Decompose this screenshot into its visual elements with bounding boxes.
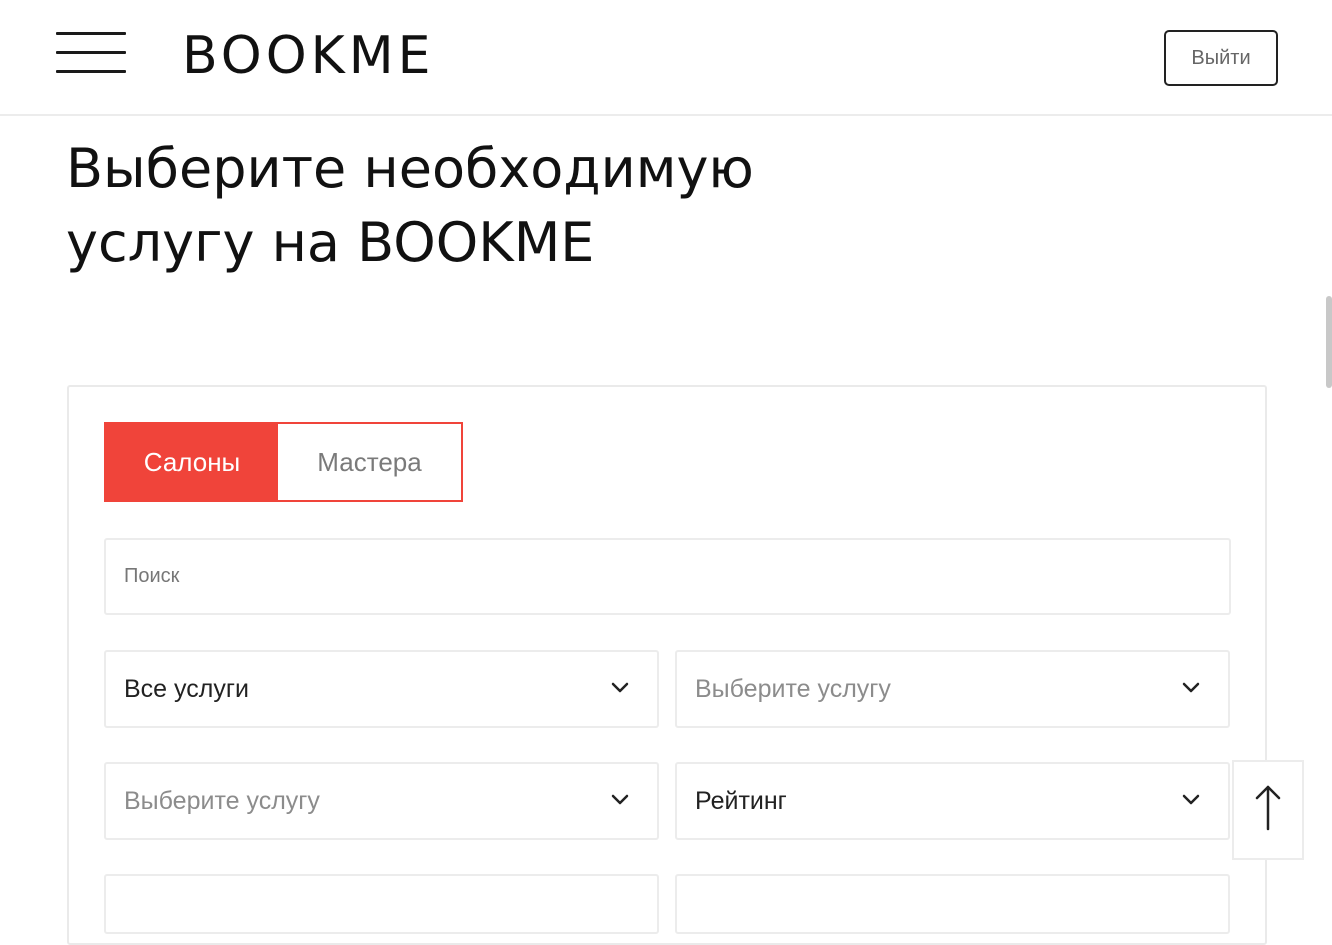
logout-button[interactable]: Выйти (1164, 30, 1278, 86)
scroll-to-top-button[interactable] (1232, 760, 1304, 860)
chevron-down-icon (1180, 788, 1202, 810)
rating-select-value: Рейтинг (695, 786, 787, 815)
service-select-value: Выберите услугу (695, 674, 891, 703)
service-select[interactable]: Выберите услугу (675, 650, 1230, 728)
hamburger-menu-icon[interactable] (56, 30, 126, 76)
type-switch: Салоны Мастера (104, 422, 463, 502)
chevron-down-icon (1180, 676, 1202, 698)
services-select[interactable]: Все услуги (104, 650, 659, 728)
tab-masters[interactable]: Мастера (278, 424, 461, 500)
page-title: Выберите необходимую услугу на BOOKME (66, 132, 966, 280)
filter-select[interactable] (675, 874, 1230, 934)
chevron-down-icon (609, 788, 631, 810)
chevron-down-icon (609, 676, 631, 698)
header: BOOKME Выйти (0, 0, 1332, 116)
rating-select[interactable]: Рейтинг (675, 762, 1230, 840)
search-input[interactable] (104, 538, 1231, 615)
logo[interactable]: BOOKME (182, 28, 434, 84)
services-select-value: Все услуги (124, 674, 249, 703)
filter-select[interactable] (104, 874, 659, 934)
subservice-select[interactable]: Выберите услугу (104, 762, 659, 840)
menu-line (56, 70, 126, 73)
tab-salons[interactable]: Салоны (106, 424, 278, 500)
page-title-line-1: Выберите необходимую (66, 137, 754, 200)
arrow-up-icon (1253, 783, 1283, 838)
menu-line (56, 51, 126, 54)
subservice-select-value: Выберите услугу (124, 786, 320, 815)
menu-line (56, 32, 126, 35)
scrollbar-thumb[interactable] (1326, 296, 1332, 388)
page-title-line-2: услугу на BOOKME (66, 211, 595, 274)
